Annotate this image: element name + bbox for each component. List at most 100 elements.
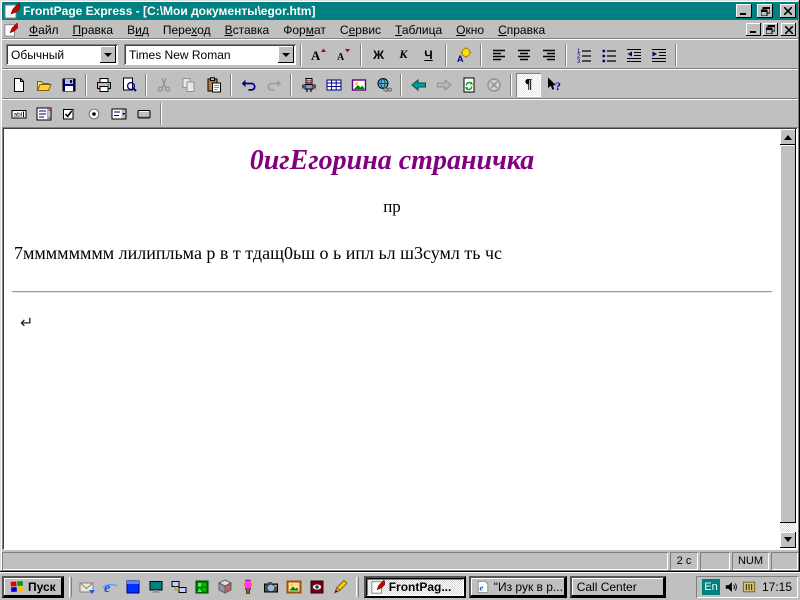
align-right-button[interactable] bbox=[536, 43, 561, 67]
decrease-indent-button[interactable] bbox=[621, 43, 646, 67]
menu-view[interactable]: Вид bbox=[120, 21, 156, 39]
create-hyperlink-button[interactable] bbox=[371, 73, 396, 97]
style-dropdown-arrow[interactable] bbox=[100, 46, 116, 63]
menu-format[interactable]: Формат bbox=[276, 21, 333, 39]
quicklaunch-monitor-icon[interactable] bbox=[146, 576, 167, 597]
document-system-icon[interactable] bbox=[4, 23, 18, 37]
print-preview-button[interactable] bbox=[116, 73, 141, 97]
insert-webbot-button[interactable] bbox=[296, 73, 321, 97]
font-value: Times New Roman bbox=[129, 48, 231, 62]
font-combobox[interactable]: Times New Roman bbox=[124, 44, 296, 65]
forward-button[interactable] bbox=[431, 73, 456, 97]
increase-indent-button[interactable] bbox=[646, 43, 671, 67]
quicklaunch-internet-explorer-icon[interactable]: e bbox=[100, 576, 121, 597]
task-button-frontpage[interactable]: FrontPag... bbox=[364, 576, 466, 598]
separator bbox=[360, 44, 362, 66]
paragraph-style-combobox[interactable]: Обычный bbox=[6, 44, 118, 65]
menu-go[interactable]: Переход bbox=[156, 21, 218, 39]
one-line-textbox-button[interactable]: abl bbox=[6, 102, 31, 126]
scrolling-textbox-button[interactable] bbox=[31, 102, 56, 126]
mdi-close-button[interactable] bbox=[781, 23, 796, 36]
refresh-button[interactable] bbox=[456, 73, 481, 97]
bulleted-list-button[interactable] bbox=[596, 43, 621, 67]
quicklaunch-green-app-icon[interactable] bbox=[192, 576, 213, 597]
menu-window[interactable]: Окно bbox=[449, 21, 491, 39]
task-button-iz-ruk-v-ruki[interactable]: e "Из рук в р... bbox=[469, 576, 567, 598]
undo-button[interactable] bbox=[236, 73, 261, 97]
separator bbox=[85, 74, 87, 96]
menu-table[interactable]: Таблица bbox=[388, 21, 449, 39]
tray-device-icon[interactable] bbox=[742, 580, 756, 594]
italic-button[interactable]: К bbox=[391, 43, 416, 67]
text-color-button[interactable]: A bbox=[451, 43, 476, 67]
push-button-button[interactable] bbox=[131, 102, 156, 126]
radio-button-button[interactable] bbox=[81, 102, 106, 126]
underline-button[interactable]: Ч bbox=[416, 43, 441, 67]
bold-glyph: Ж bbox=[373, 48, 384, 62]
document-editing-area[interactable]: 0игЕгорина страничка пр 7мммммммм лилипл… bbox=[4, 129, 780, 548]
align-center-button[interactable] bbox=[511, 43, 536, 67]
task-button-call-center[interactable]: Call Center bbox=[570, 576, 666, 598]
quicklaunch-mail-icon[interactable] bbox=[77, 576, 98, 597]
print-button[interactable] bbox=[91, 73, 116, 97]
menu-help[interactable]: Справка bbox=[491, 21, 552, 39]
scroll-down-button[interactable] bbox=[780, 532, 796, 548]
toolbar-handle[interactable] bbox=[356, 577, 359, 597]
menu-edit[interactable]: Правка bbox=[66, 21, 121, 39]
back-button[interactable] bbox=[406, 73, 431, 97]
new-page-button[interactable] bbox=[6, 73, 31, 97]
decrease-text-size-button[interactable]: A bbox=[331, 43, 356, 67]
open-button[interactable] bbox=[31, 73, 56, 97]
volume-icon[interactable] bbox=[724, 580, 738, 594]
start-button[interactable]: Пуск bbox=[2, 576, 64, 598]
font-dropdown-arrow[interactable] bbox=[278, 46, 294, 63]
mdi-restore-button[interactable] bbox=[763, 23, 778, 36]
mdi-minimize-button[interactable] bbox=[746, 23, 761, 36]
paste-button[interactable] bbox=[201, 73, 226, 97]
quicklaunch-media-player-icon[interactable] bbox=[307, 576, 328, 597]
keyboard-language-indicator[interactable]: En bbox=[702, 579, 720, 595]
insert-table-button[interactable] bbox=[321, 73, 346, 97]
quicklaunch-blue-window-icon[interactable] bbox=[123, 576, 144, 597]
minimize-button[interactable] bbox=[736, 4, 752, 18]
task-label: FrontPag... bbox=[389, 580, 452, 594]
restore-button[interactable] bbox=[757, 4, 773, 18]
bold-button[interactable]: Ж bbox=[366, 43, 391, 67]
dropdown-menu-button[interactable] bbox=[106, 102, 131, 126]
quicklaunch-pencil-icon[interactable] bbox=[330, 576, 351, 597]
quicklaunch-balloon-icon[interactable] bbox=[238, 576, 259, 597]
help-button[interactable]: ? bbox=[541, 73, 566, 97]
stop-button[interactable] bbox=[481, 73, 506, 97]
quicklaunch-picture-icon[interactable] bbox=[284, 576, 305, 597]
cut-button[interactable] bbox=[151, 73, 176, 97]
centered-paragraph: пр bbox=[4, 197, 780, 217]
separator bbox=[565, 44, 567, 66]
align-left-button[interactable] bbox=[486, 43, 511, 67]
separator bbox=[675, 44, 677, 66]
vertical-scrollbar[interactable] bbox=[780, 129, 796, 548]
close-button[interactable] bbox=[780, 4, 796, 18]
scroll-up-icon bbox=[784, 131, 792, 140]
show-formatting-marks-button[interactable]: ¶ bbox=[516, 73, 541, 97]
scroll-up-button[interactable] bbox=[780, 129, 796, 145]
checkbox-button[interactable] bbox=[56, 102, 81, 126]
svg-text:?: ? bbox=[555, 79, 561, 93]
copy-button[interactable] bbox=[176, 73, 201, 97]
task-label: "Из рук в р... bbox=[494, 580, 563, 594]
menu-insert[interactable]: Вставка bbox=[218, 21, 277, 39]
menu-tools[interactable]: Сервис bbox=[333, 21, 388, 39]
insert-image-button[interactable] bbox=[346, 73, 371, 97]
quicklaunch-network-icon[interactable] bbox=[169, 576, 190, 597]
toolbar-handle[interactable] bbox=[69, 577, 72, 597]
underline-glyph: Ч bbox=[424, 48, 432, 62]
quicklaunch-camera-icon[interactable] bbox=[261, 576, 282, 597]
save-button[interactable] bbox=[56, 73, 81, 97]
scrollbar-thumb[interactable] bbox=[780, 145, 796, 523]
scrollbar-track[interactable] bbox=[780, 145, 796, 532]
menu-file[interactable]: Файл bbox=[22, 21, 66, 39]
numbered-list-button[interactable]: 123 bbox=[571, 43, 596, 67]
redo-button[interactable] bbox=[261, 73, 286, 97]
numlock-panel: NUM bbox=[732, 552, 769, 570]
increase-text-size-button[interactable]: A bbox=[306, 43, 331, 67]
quicklaunch-cube-icon[interactable] bbox=[215, 576, 236, 597]
